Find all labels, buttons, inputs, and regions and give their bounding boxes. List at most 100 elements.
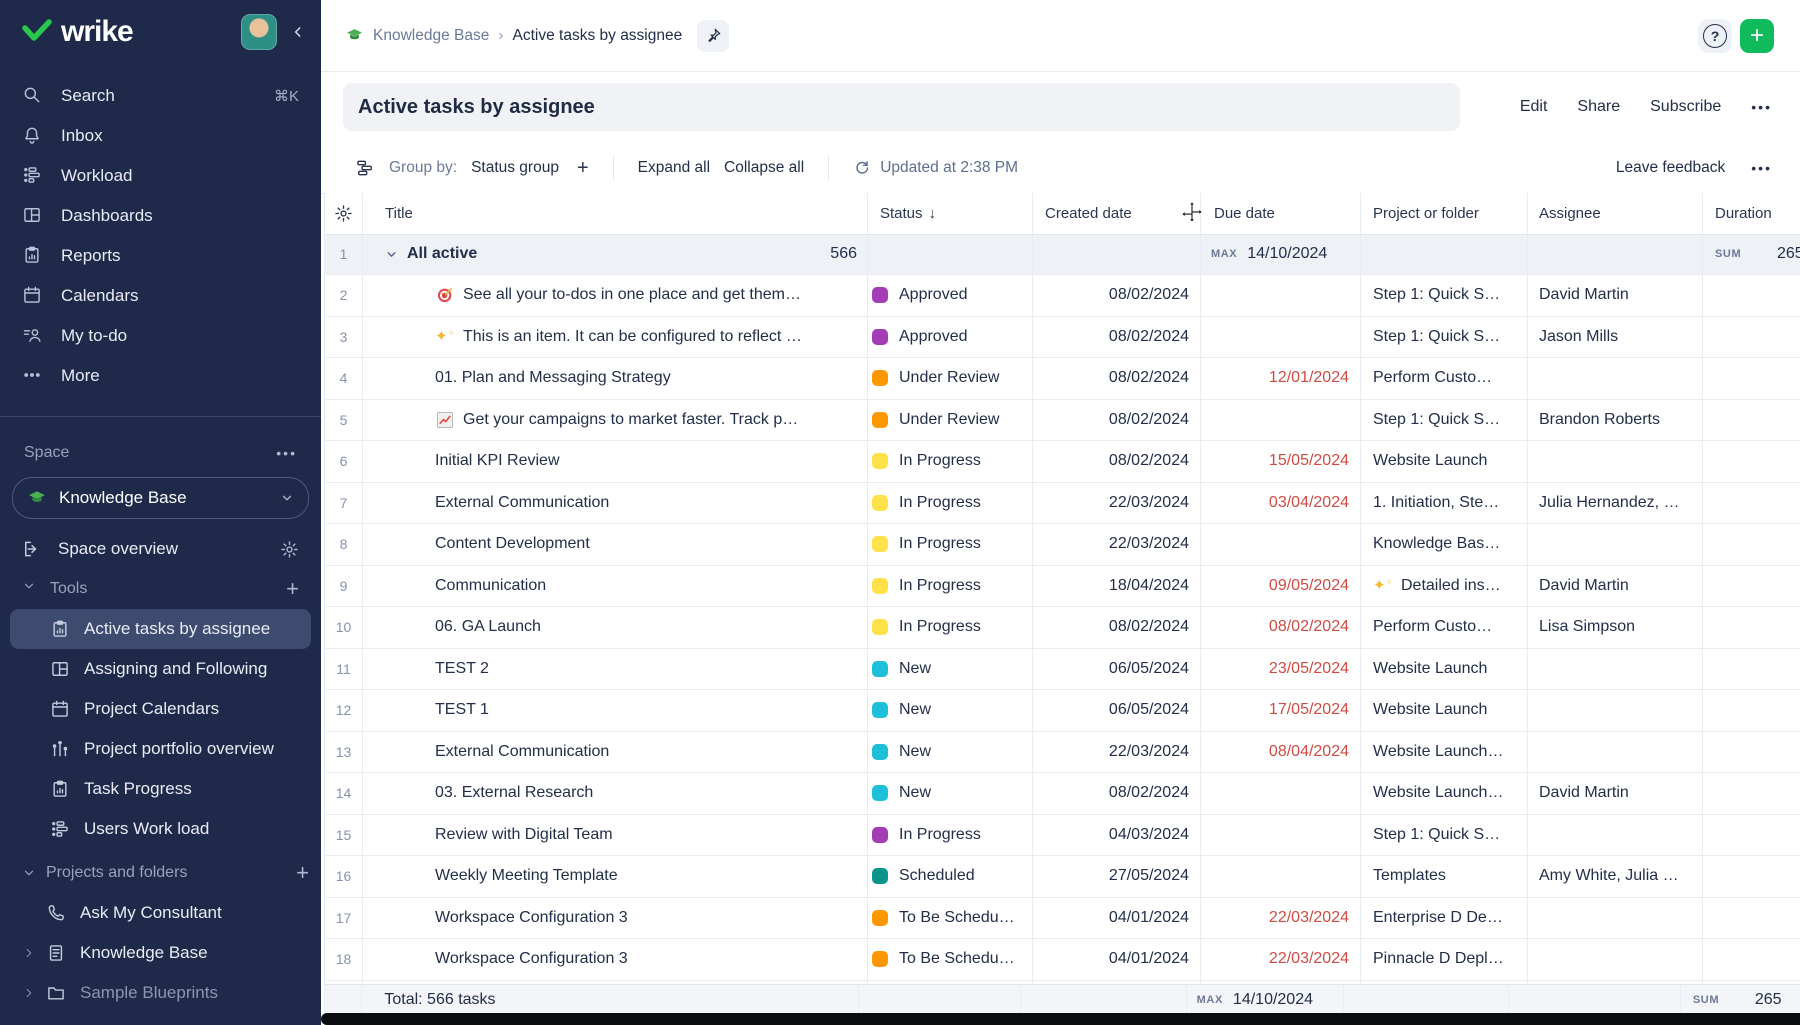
task-status-cell[interactable]: In Progress bbox=[868, 607, 1033, 648]
sidebar-item-calendars[interactable]: Calendars bbox=[0, 276, 321, 316]
sidebar-item-inbox[interactable]: Inbox bbox=[0, 116, 321, 156]
task-project-cell[interactable]: Step 1: Quick S… bbox=[1361, 400, 1528, 441]
task-due-cell[interactable]: 12/01/2024 bbox=[1201, 358, 1361, 399]
task-assignee-cell[interactable] bbox=[1528, 358, 1703, 399]
sidebar-item-my-to-do[interactable]: My to-do bbox=[0, 316, 321, 356]
task-project-cell[interactable]: Step 1: Quick S… bbox=[1361, 317, 1528, 358]
task-assignee-cell[interactable] bbox=[1528, 815, 1703, 856]
task-title-cell[interactable]: Communication bbox=[363, 566, 868, 607]
leave-feedback-button[interactable]: Leave feedback bbox=[1616, 159, 1725, 177]
table-row[interactable]: 9CommunicationIn Progress18/04/202409/05… bbox=[325, 566, 1800, 608]
horizontal-scrollbar[interactable] bbox=[321, 1013, 1800, 1025]
task-status-cell[interactable]: Approved bbox=[868, 275, 1033, 316]
task-status-cell[interactable]: In Progress bbox=[868, 815, 1033, 856]
task-assignee-cell[interactable] bbox=[1528, 732, 1703, 773]
table-settings-gear-icon[interactable] bbox=[325, 193, 363, 234]
project-item-sample-blueprints[interactable]: Sample Blueprints bbox=[0, 973, 321, 1013]
task-duration-cell[interactable] bbox=[1703, 649, 1800, 690]
task-duration-cell[interactable] bbox=[1703, 524, 1800, 565]
task-created-cell[interactable]: 08/02/2024 bbox=[1033, 317, 1201, 358]
task-due-cell[interactable]: 22/03/2024 bbox=[1201, 939, 1361, 980]
task-duration-cell[interactable] bbox=[1703, 939, 1800, 980]
column-header-project[interactable]: Project or folder bbox=[1361, 193, 1528, 234]
task-duration-cell[interactable] bbox=[1703, 773, 1800, 814]
report-title-input[interactable]: Active tasks by assignee bbox=[343, 83, 1460, 131]
task-created-cell[interactable]: 08/02/2024 bbox=[1033, 275, 1201, 316]
group-by-value[interactable]: Status group bbox=[471, 159, 559, 177]
space-selector[interactable]: Knowledge Base bbox=[12, 477, 309, 519]
task-assignee-cell[interactable]: David Martin bbox=[1528, 566, 1703, 607]
collapse-all-button[interactable]: Collapse all bbox=[724, 159, 804, 177]
tool-item-users-work-load[interactable]: Users Work load bbox=[0, 809, 321, 849]
task-status-cell[interactable]: New bbox=[868, 649, 1033, 690]
share-button[interactable]: Share bbox=[1577, 98, 1620, 116]
subscribe-button[interactable]: Subscribe bbox=[1650, 98, 1721, 116]
task-status-cell[interactable]: Under Review bbox=[868, 358, 1033, 399]
help-button[interactable]: ? bbox=[1698, 19, 1732, 53]
pin-icon[interactable] bbox=[697, 20, 729, 52]
task-assignee-cell[interactable]: Jason Mills bbox=[1528, 317, 1703, 358]
task-assignee-cell[interactable]: Julia Hernandez, … bbox=[1528, 483, 1703, 524]
group-row-all-active[interactable]: 1 All active 566 MAX 14/10/2024 SU bbox=[325, 234, 1800, 275]
task-created-cell[interactable]: 04/01/2024 bbox=[1033, 939, 1201, 980]
task-status-cell[interactable]: New bbox=[868, 690, 1033, 731]
sidebar-item-search[interactable]: Search⌘K bbox=[0, 76, 321, 116]
task-title-cell[interactable]: External Communication bbox=[363, 732, 868, 773]
task-title-cell[interactable]: Content Development bbox=[363, 524, 868, 565]
task-due-cell[interactable] bbox=[1201, 773, 1361, 814]
task-created-cell[interactable]: 18/04/2024 bbox=[1033, 566, 1201, 607]
task-due-cell[interactable] bbox=[1201, 400, 1361, 441]
task-duration-cell[interactable] bbox=[1703, 358, 1800, 399]
task-created-cell[interactable]: 08/02/2024 bbox=[1033, 400, 1201, 441]
task-assignee-cell[interactable]: Lisa Simpson bbox=[1528, 607, 1703, 648]
task-duration-cell[interactable] bbox=[1703, 856, 1800, 897]
task-project-cell[interactable]: Website Launch… bbox=[1361, 773, 1528, 814]
task-created-cell[interactable]: 08/02/2024 bbox=[1033, 358, 1201, 399]
task-due-cell[interactable]: 08/02/2024 bbox=[1201, 607, 1361, 648]
task-duration-cell[interactable] bbox=[1703, 566, 1800, 607]
table-row[interactable]: 15Review with Digital TeamIn Progress04/… bbox=[325, 815, 1800, 857]
tool-item-task-progress[interactable]: Task Progress bbox=[0, 769, 321, 809]
task-title-cell[interactable]: Workspace Configuration 3 bbox=[363, 939, 868, 980]
task-title-cell[interactable]: External Communication bbox=[363, 483, 868, 524]
task-assignee-cell[interactable]: David Martin bbox=[1528, 275, 1703, 316]
task-created-cell[interactable]: 04/01/2024 bbox=[1033, 898, 1201, 939]
table-row[interactable]: 12TEST 1New06/05/202417/05/2024Website L… bbox=[325, 690, 1800, 732]
tools-section-header[interactable]: Tools + bbox=[0, 569, 321, 609]
task-status-cell[interactable]: To Be Schedu… bbox=[868, 939, 1033, 980]
task-status-cell[interactable]: To Be Schedu… bbox=[868, 898, 1033, 939]
task-created-cell[interactable]: 06/05/2024 bbox=[1033, 690, 1201, 731]
task-title-cell[interactable]: ✦✧This is an item. It can be configured … bbox=[363, 317, 868, 358]
task-due-cell[interactable]: 23/05/2024 bbox=[1201, 649, 1361, 690]
task-created-cell[interactable]: 04/03/2024 bbox=[1033, 815, 1201, 856]
task-project-cell[interactable]: Pinnacle D Depl… bbox=[1361, 939, 1528, 980]
sidebar-collapse-icon[interactable] bbox=[291, 23, 305, 41]
task-duration-cell[interactable] bbox=[1703, 732, 1800, 773]
add-tool-icon[interactable]: + bbox=[286, 576, 299, 602]
create-new-button[interactable]: + bbox=[1740, 19, 1774, 53]
column-header-assignee[interactable]: Assignee bbox=[1528, 193, 1703, 234]
task-duration-cell[interactable] bbox=[1703, 275, 1800, 316]
task-due-cell[interactable] bbox=[1201, 317, 1361, 358]
table-row[interactable]: 3✦✧This is an item. It can be configured… bbox=[325, 317, 1800, 359]
task-status-cell[interactable]: In Progress bbox=[868, 524, 1033, 565]
task-due-cell[interactable] bbox=[1201, 856, 1361, 897]
task-status-cell[interactable]: Approved bbox=[868, 317, 1033, 358]
task-project-cell[interactable]: Website Launch… bbox=[1361, 732, 1528, 773]
task-project-cell[interactable]: Step 1: Quick S… bbox=[1361, 815, 1528, 856]
task-due-cell[interactable]: 17/05/2024 bbox=[1201, 690, 1361, 731]
projects-section-header[interactable]: Projects and folders + bbox=[0, 853, 321, 893]
task-project-cell[interactable]: Perform Custo… bbox=[1361, 607, 1528, 648]
add-project-icon[interactable]: + bbox=[296, 860, 309, 886]
task-title-cell[interactable]: TEST 1 bbox=[363, 690, 868, 731]
table-row[interactable]: 18Workspace Configuration 3To Be Schedu…… bbox=[325, 939, 1800, 981]
toolbar-more-icon[interactable]: ••• bbox=[1751, 160, 1772, 176]
task-title-cell[interactable]: Weekly Meeting Template bbox=[363, 856, 868, 897]
task-assignee-cell[interactable] bbox=[1528, 898, 1703, 939]
task-project-cell[interactable]: Website Launch bbox=[1361, 649, 1528, 690]
task-due-cell[interactable]: 03/04/2024 bbox=[1201, 483, 1361, 524]
table-row[interactable]: 6Initial KPI ReviewIn Progress08/02/2024… bbox=[325, 441, 1800, 483]
task-status-cell[interactable]: In Progress bbox=[868, 441, 1033, 482]
chevron-down-icon[interactable] bbox=[385, 248, 398, 261]
task-due-cell[interactable]: 08/04/2024 bbox=[1201, 732, 1361, 773]
